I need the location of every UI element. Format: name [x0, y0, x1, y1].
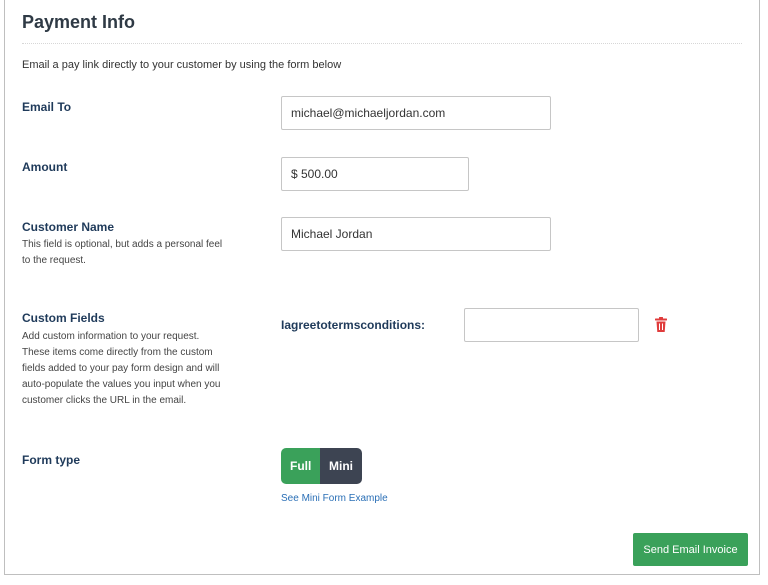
mini-form-example-link[interactable]: See Mini Form Example: [281, 493, 388, 504]
customer-name-help-line: to the request.: [22, 255, 86, 266]
send-email-invoice-button[interactable]: Send Email Invoice: [633, 533, 748, 566]
custom-fields-help-line: These items come directly from the custo…: [22, 347, 213, 358]
form-type-full-button[interactable]: Full: [281, 448, 320, 484]
form-type-mini-button[interactable]: Mini: [320, 448, 362, 484]
custom-field-input[interactable]: [464, 308, 639, 342]
trash-icon[interactable]: [654, 317, 668, 333]
title-divider: [22, 43, 742, 44]
amount-input[interactable]: [281, 157, 469, 191]
intro-text: Email a pay link directly to your custom…: [22, 59, 342, 71]
customer-name-label: Customer Name: [22, 220, 115, 234]
form-type-toggle: Full Mini: [281, 448, 362, 484]
custom-field-label: Iagreetotermsconditions:: [281, 318, 426, 332]
custom-fields-help: Add custom information to your request. …: [22, 329, 220, 409]
customer-name-help: This field is optional, but adds a perso…: [22, 237, 222, 269]
custom-fields-help-line: fields added to your pay form design and…: [22, 363, 220, 374]
custom-fields-label: Custom Fields: [22, 311, 105, 325]
custom-fields-help-line: auto-populate the values you input when …: [22, 379, 221, 390]
custom-fields-help-line: customer clicks the URL in the email.: [22, 395, 187, 406]
page-title: Payment Info: [22, 12, 136, 32]
amount-label: Amount: [22, 160, 68, 174]
payment-info-panel: Payment Info Email a pay link directly t…: [4, 0, 760, 575]
email-to-input[interactable]: [281, 96, 551, 130]
email-to-label: Email To: [22, 100, 72, 114]
custom-fields-help-line: Add custom information to your request.: [22, 331, 200, 342]
customer-name-input[interactable]: [281, 217, 551, 251]
form-type-label: Form type: [22, 453, 81, 467]
customer-name-help-line: This field is optional, but adds a perso…: [22, 239, 223, 250]
